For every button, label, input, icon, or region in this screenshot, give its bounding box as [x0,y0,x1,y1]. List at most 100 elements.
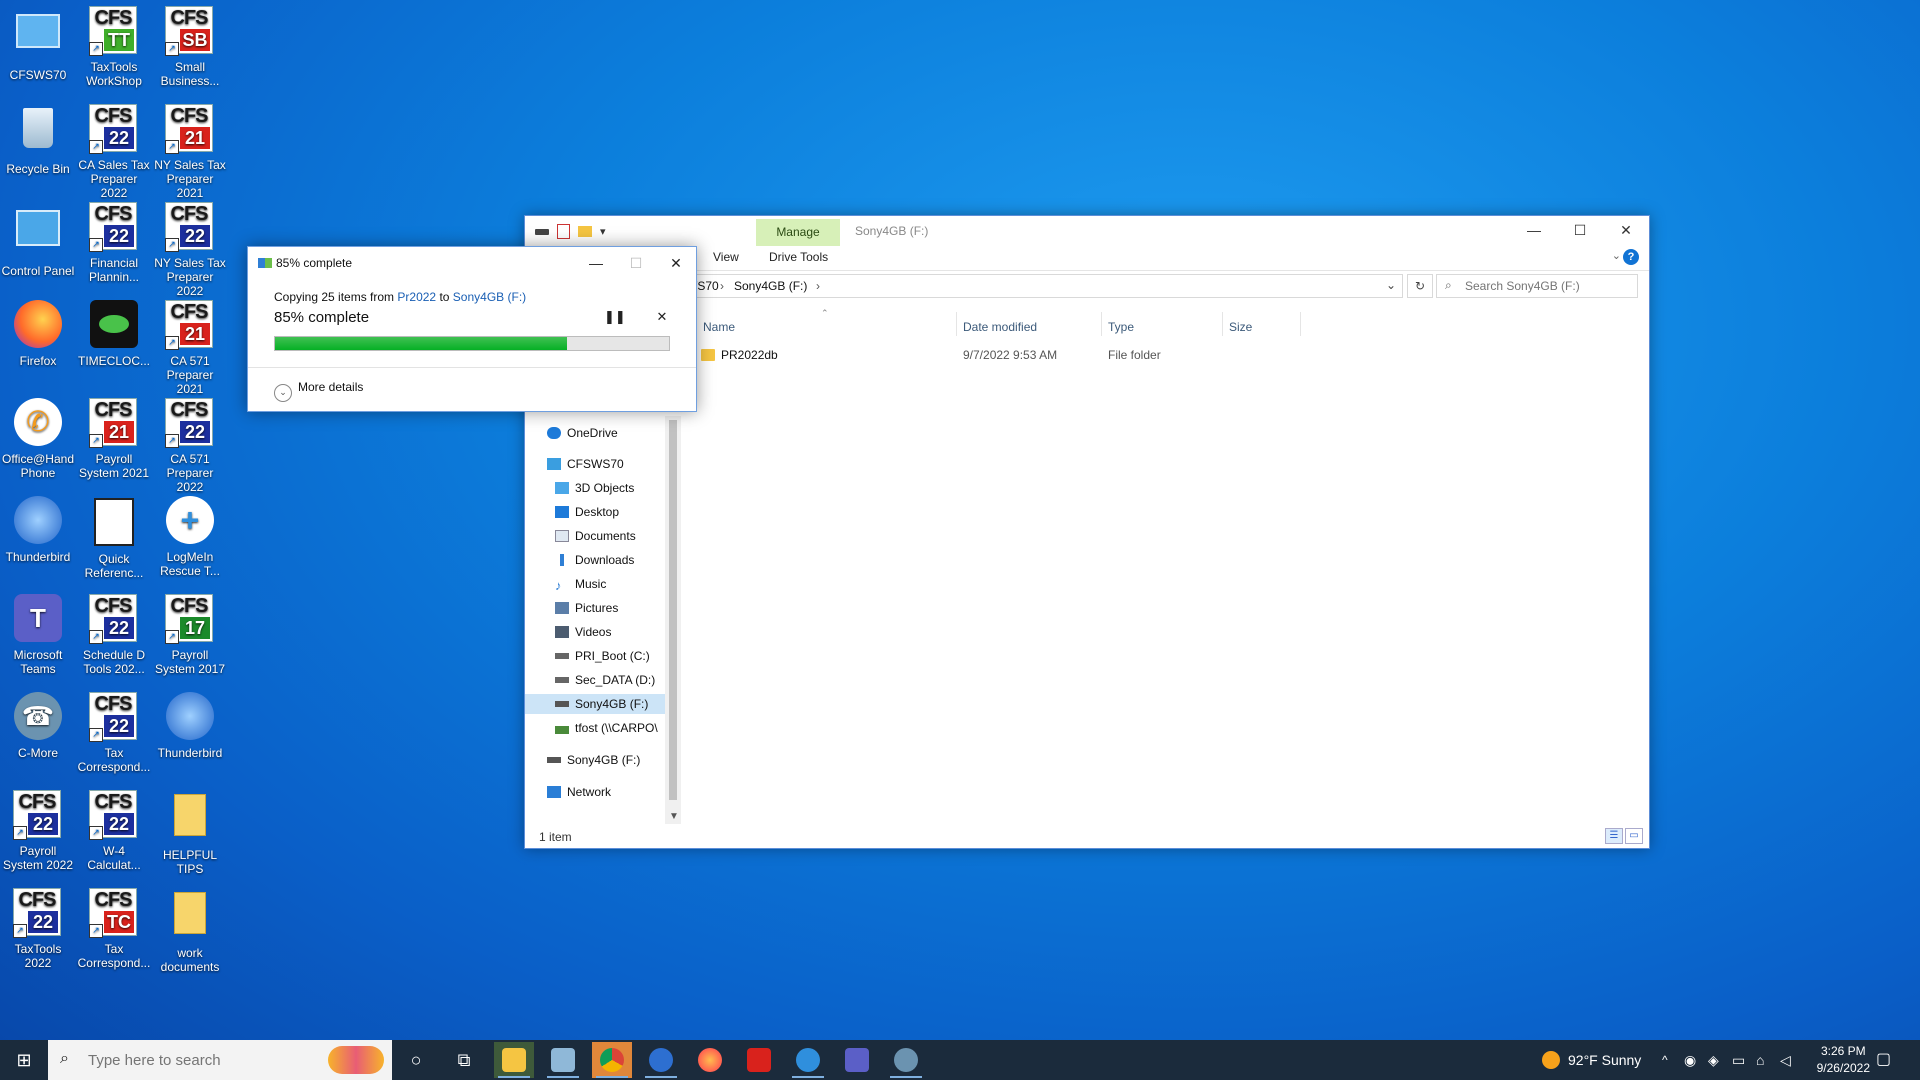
help-icon[interactable]: ? [1623,249,1639,265]
properties-icon[interactable] [557,224,570,239]
desktop-icon-control-panel[interactable]: Control Panel [0,202,76,278]
desktop-icon-recycle-bin[interactable]: Recycle Bin [0,104,76,176]
column-divider[interactable] [1101,312,1102,336]
search-box[interactable]: ⌕ [1436,274,1638,298]
taskbar-app-c-more[interactable] [886,1042,926,1078]
desktop-icon-timecloc[interactable]: TIMECLOC... [76,300,152,368]
desktop-icon-w-4-calculat[interactable]: CFS 22 ↗ W-4 Calculat... [76,790,152,872]
column-header-name[interactable]: Name [703,320,735,334]
nav-item-this-pc[interactable]: CFSWS70 [547,454,624,474]
details-view-button[interactable]: ☰ [1605,828,1623,844]
large-icons-view-button[interactable]: ▭ [1625,828,1643,844]
battery-icon[interactable]: ▭ [1732,1040,1745,1080]
nav-item-onedrive[interactable]: OneDrive [547,423,618,443]
desktop-icon-financial-plannin[interactable]: CFS 22 ↗ Financial Plannin... [76,202,152,284]
nav-item-f-drive[interactable]: Sony4GB (F:) [525,694,665,714]
desktop-icon-office-hand-phone[interactable]: ✆ Office@Hand Phone [0,398,76,480]
desktop-icon-small-business[interactable]: CFS SB ↗ Small Business... [152,6,228,88]
taskbar-app-chrome[interactable] [592,1042,632,1078]
desktop-icon-taxtools-workshop[interactable]: CFS TT ↗ TaxTools WorkShop [76,6,152,88]
nav-item-3d-objects[interactable]: 3D Objects [555,478,634,498]
start-button[interactable]: ⊞ [0,1040,48,1080]
show-hidden-icons-button[interactable]: ^ [1662,1040,1668,1080]
weather-widget[interactable]: 92°F Sunny [1542,1040,1641,1080]
dialog-minimize-button[interactable]: — [576,249,616,277]
address-bar[interactable]: WS70 › Sony4GB (F:) › ⌄ [685,274,1403,298]
nav-item-downloads[interactable]: Downloads [555,550,634,570]
nav-item-c-drive[interactable]: PRI_Boot (C:) [555,646,650,666]
column-header-date[interactable]: Date modified [963,320,1037,334]
network-status-icon[interactable]: ⌂ [1756,1040,1764,1080]
cancel-copy-button[interactable]: ✕ [652,309,672,325]
nav-item-d-drive[interactable]: Sec_DATA (D:) [555,670,655,690]
desktop-icon-logmein-rescue-t[interactable]: + LogMeIn Rescue T... [152,496,228,578]
nav-item-network-drive[interactable]: tfost (\\CARPO\ [555,718,665,738]
column-header-type[interactable]: Type [1108,320,1134,334]
source-link[interactable]: Pr2022 [397,290,436,304]
search-input[interactable] [1463,278,1637,294]
tab-manage[interactable]: Manage [756,219,840,246]
close-button[interactable]: ✕ [1603,216,1649,246]
more-details-toggle[interactable]: ⌄ More details [274,380,363,402]
desktop-icon-c-more[interactable]: ☎ C-More [0,692,76,760]
new-folder-icon[interactable] [578,226,592,237]
taskbar-app-notepad[interactable] [543,1042,583,1078]
nav-item-network[interactable]: Network [547,782,611,802]
taskbar-search-input[interactable] [86,1051,340,1070]
breadcrumb-separator[interactable]: › [720,279,724,293]
desktop-icon-schedule-d-tools-202[interactable]: CFS 22 ↗ Schedule D Tools 202... [76,594,152,676]
refresh-button[interactable]: ↻ [1407,274,1433,298]
taskbar-app-file-explorer[interactable] [494,1042,534,1078]
desktop-icon-thunderbird[interactable]: Thunderbird [0,496,76,564]
desktop-icon-tax-correspond[interactable]: CFS 22 ↗ Tax Correspond... [76,692,152,774]
desktop-icon-microsoft-teams[interactable]: T Microsoft Teams [0,594,76,676]
desktop-icon-firefox[interactable]: Firefox [0,300,76,368]
nav-item-documents[interactable]: Documents [555,526,636,546]
customize-qat-icon[interactable]: ▾ [600,225,606,238]
desktop-icon-taxtools-2022[interactable]: CFS 22 ↗ TaxTools 2022 [0,888,76,970]
column-divider[interactable] [1300,312,1301,336]
tab-drive-tools[interactable]: Drive Tools [769,250,828,264]
volume-icon[interactable]: ◁ [1780,1040,1791,1080]
desktop-icon-payroll-system-2017[interactable]: CFS 17 ↗ Payroll System 2017 [152,594,228,676]
destination-link[interactable]: Sony4GB (F:) [453,290,526,304]
pause-button[interactable]: ❚❚ [604,309,626,325]
column-divider[interactable] [956,312,957,336]
desktop-icon-payroll-system-2022[interactable]: CFS 22 ↗ Payroll System 2022 [0,790,76,872]
desktop-icon-quick-referenc[interactable]: Quick Referenc... [76,496,152,580]
desktop-icon-helpful-tips[interactable]: HELPFUL TIPS [152,790,228,876]
chrome-tray-icon[interactable]: ◉ [1684,1040,1696,1080]
system-clock[interactable]: 3:26 PM 9/26/2022 [1817,1043,1870,1077]
action-center-button[interactable]: ▢ [1876,1040,1891,1080]
taskbar-app-thunderbird[interactable] [641,1042,681,1078]
nav-item-music[interactable]: ♪ Music [555,574,606,594]
teams-tray-icon[interactable]: ◈ [1708,1040,1719,1080]
desktop-icon-ny-sales-tax-preparer-2021[interactable]: CFS 21 ↗ NY Sales Tax Preparer 2021 [152,104,228,200]
nav-item-sony-drive[interactable]: Sony4GB (F:) [547,750,640,770]
desktop-icon-ca-571-preparer-2022[interactable]: CFS 22 ↗ CA 571 Preparer 2022 [152,398,228,494]
desktop-icon-cfsws70[interactable]: CFSWS70 [0,6,76,82]
maximize-button[interactable]: ☐ [1557,216,1603,246]
breadcrumb-separator[interactable]: › [816,279,820,293]
nav-item-desktop[interactable]: Desktop [555,502,619,522]
column-header-size[interactable]: Size [1229,320,1252,334]
desktop-icon-work-documents[interactable]: work documents [152,888,228,974]
tab-view[interactable]: View [713,250,739,264]
column-divider[interactable] [1222,312,1223,336]
expand-ribbon-icon[interactable]: ⌄ [1612,249,1621,262]
desktop-icon-thunderbird[interactable]: Thunderbird [152,692,228,760]
taskbar-app-firefox[interactable] [690,1042,730,1078]
scrollbar-thumb[interactable] [669,420,677,800]
desktop-icon-ny-sales-tax-preparer-2022[interactable]: CFS 22 ↗ NY Sales Tax Preparer 2022 [152,202,228,298]
address-dropdown-icon[interactable]: ⌄ [1386,278,1396,292]
desktop-icon-ca-571-preparer-2021[interactable]: CFS 21 ↗ CA 571 Preparer 2021 [152,300,228,396]
cortana-button[interactable]: ○ [392,1040,440,1080]
desktop-icon-ca-sales-tax-preparer-2022[interactable]: CFS 22 ↗ CA Sales Tax Preparer 2022 [76,104,152,200]
scroll-down-icon[interactable]: ▼ [669,811,679,822]
dialog-close-button[interactable]: ✕ [656,249,696,277]
nav-item-videos[interactable]: Videos [555,622,611,642]
desktop-icon-tax-correspond[interactable]: CFS TC ↗ Tax Correspond... [76,888,152,970]
file-row[interactable]: PR2022db 9/7/2022 9:53 AM File folder [701,344,1261,366]
nav-item-pictures[interactable]: Pictures [555,598,618,618]
taskbar-app-logmein[interactable] [788,1042,828,1078]
